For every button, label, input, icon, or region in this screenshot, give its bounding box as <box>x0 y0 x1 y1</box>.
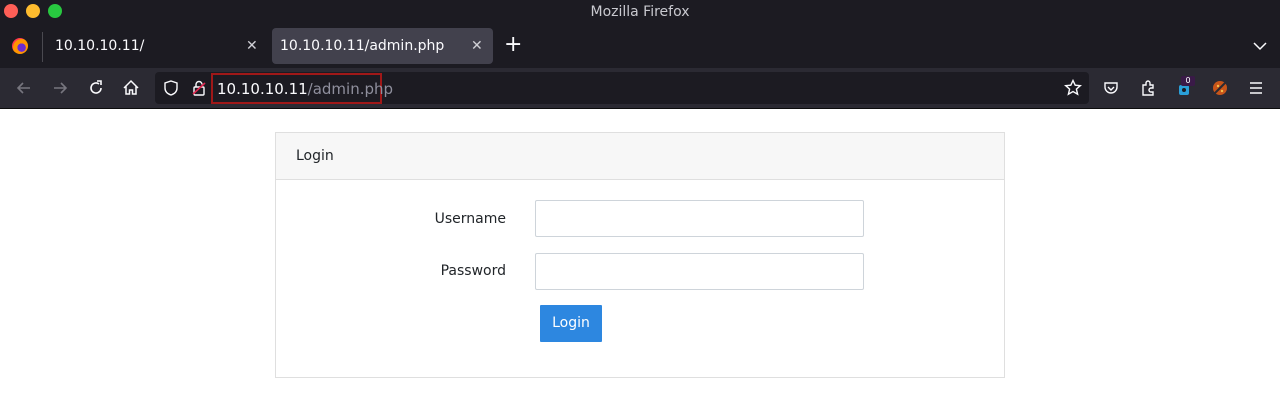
hamburger-icon[interactable] <box>1246 78 1266 98</box>
chevron-down-icon[interactable] <box>1252 38 1268 54</box>
window-title: Mozilla Firefox <box>590 4 690 20</box>
arrow-left-icon[interactable] <box>14 78 34 98</box>
pocket-icon[interactable] <box>1101 78 1121 98</box>
login-button[interactable]: Login <box>540 305 602 342</box>
lock-icon[interactable] <box>189 78 209 98</box>
reload-icon[interactable] <box>86 78 106 98</box>
username-field[interactable] <box>535 200 864 237</box>
window-titlebar: Mozilla Firefox <box>0 0 1280 24</box>
login-card-header: Login <box>276 133 1004 180</box>
close-icon[interactable]: ✕ <box>471 37 483 55</box>
password-label: Password <box>440 263 506 279</box>
url-host: 10.10.10.11 <box>217 80 308 98</box>
close-icon[interactable]: ✕ <box>246 37 258 55</box>
star-icon[interactable] <box>1063 78 1083 98</box>
home-icon[interactable] <box>121 78 141 98</box>
extension-badge: 0 <box>1181 76 1195 86</box>
username-label: Username <box>434 211 506 227</box>
url-text[interactable]: 10.10.10.11/admin.php <box>217 79 393 99</box>
puzzle-icon[interactable] <box>1138 78 1158 98</box>
new-tab-button[interactable]: + <box>504 34 522 56</box>
extension-cookie-icon[interactable] <box>1210 78 1230 98</box>
navigation-toolbar <box>0 68 1280 109</box>
tab-strip: 10.10.10.11/ ✕ 10.10.10.11/admin.php ✕ + <box>0 24 1280 68</box>
url-path: /admin.php <box>307 80 394 98</box>
login-card: Login Username Password Login <box>275 132 1005 378</box>
shield-icon[interactable] <box>161 78 181 98</box>
tab-label: 10.10.10.11/ <box>55 38 145 54</box>
firefox-logo-icon <box>12 38 28 54</box>
login-card-title: Login <box>296 148 334 164</box>
arrow-right-icon[interactable] <box>50 78 70 98</box>
tab-admin[interactable]: 10.10.10.11/admin.php ✕ <box>272 28 493 64</box>
tab-label: 10.10.10.11/admin.php <box>280 38 445 54</box>
password-field[interactable] <box>535 253 864 290</box>
tab-home[interactable]: 10.10.10.11/ ✕ <box>43 28 271 64</box>
